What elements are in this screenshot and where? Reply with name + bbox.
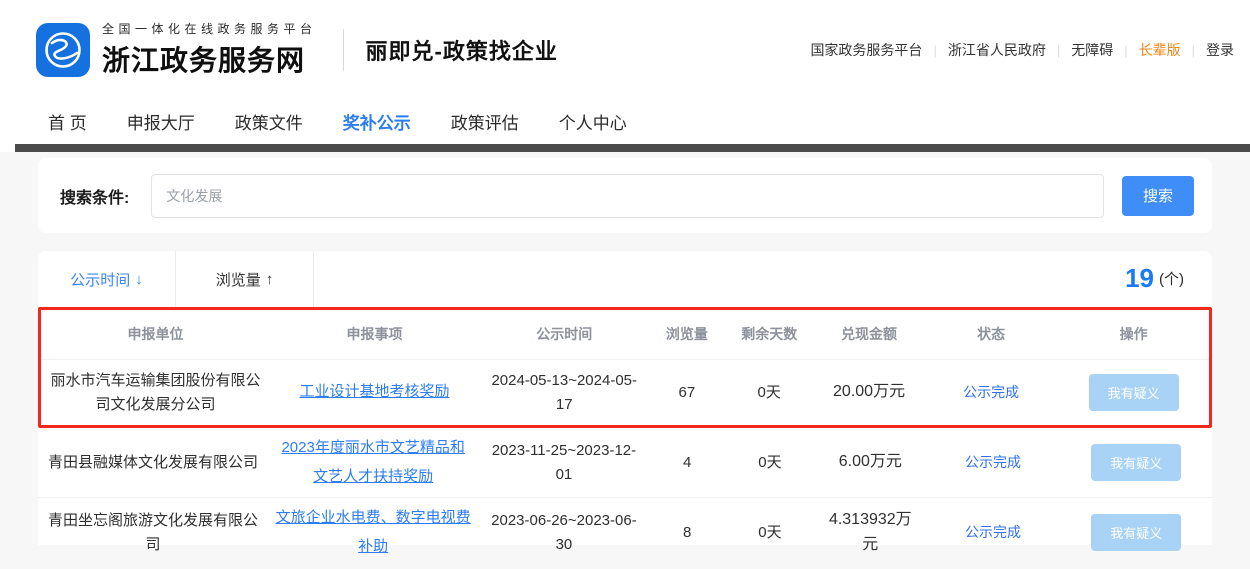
row-status: 公示完成 — [925, 516, 1060, 550]
doubt-button[interactable]: 我有疑义 — [1091, 444, 1181, 481]
row-item-link-wrap: 工业设计基地考核奖励 — [270, 372, 479, 413]
row-days: 0天 — [725, 445, 815, 480]
col-header-amount: 兑现金额 — [814, 318, 924, 352]
site-logo-icon — [36, 23, 90, 77]
nav-item-award-publicity[interactable]: 奖补公示 — [343, 103, 411, 140]
search-input[interactable] — [151, 174, 1104, 218]
site-brand: 全国一体化在线政务服务平台 浙江政务服务网 丽即兑-政策找企业 — [36, 20, 558, 79]
sort-tab-label: 浏览量 — [216, 269, 261, 290]
row-period: 2023-11-25~2023-12-01 — [478, 433, 649, 492]
result-count: 19 (个) — [1125, 263, 1184, 294]
sort-tab-publicity-time[interactable]: 公示时间 ↓ — [38, 251, 176, 307]
row-status: 公示完成 — [924, 376, 1058, 410]
row-period: 2023-06-26~2023-06-30 — [478, 503, 649, 562]
row-item-link[interactable]: 工业设计基地考核奖励 — [299, 383, 449, 400]
utility-links: 国家政务服务平台 | 浙江省人民政府 | 无障碍 | 长辈版 | 登录 — [810, 40, 1234, 60]
row-unit: 丽水市汽车运输集团股份有限公司文化发展分公司 — [41, 363, 270, 422]
highlighted-region: 申报单位 申报事项 公示时间 浏览量 剩余天数 兑现金额 状态 操作 丽水市汽车… — [38, 307, 1212, 428]
table-row: 青田坐忘阁旅游文化发展有限公司 文旅企业水电费、数字电视费补助 2023-06-… — [38, 497, 1212, 567]
row-views: 4 — [650, 445, 725, 480]
main-nav: 首 页 申报大厅 政策文件 奖补公示 政策评估 个人中心 — [48, 103, 627, 140]
brand-divider — [343, 29, 344, 71]
nav-item-personal-center[interactable]: 个人中心 — [559, 103, 627, 140]
link-login[interactable]: 登录 — [1206, 40, 1234, 60]
link-national-platform[interactable]: 国家政务服务平台 — [810, 40, 922, 60]
col-header-period: 公示时间 — [479, 318, 650, 352]
row-unit: 青田坐忘阁旅游文化发展有限公司 — [38, 503, 268, 562]
col-header-days: 剩余天数 — [724, 318, 814, 352]
col-header-status: 状态 — [924, 318, 1058, 352]
sort-tabs: 公示时间 ↓ 浏览量 ↑ 19 (个) — [38, 251, 1212, 307]
site-name: 浙江政务服务网 — [102, 39, 317, 79]
row-unit: 青田县融媒体文化发展有限公司 — [38, 445, 268, 480]
result-count-number: 19 — [1125, 263, 1154, 294]
row-status: 公示完成 — [925, 446, 1060, 480]
row-amount: 20.00万元 — [814, 374, 924, 411]
link-separator: | — [1057, 43, 1060, 58]
row-action-wrap: 我有疑义 — [1058, 368, 1209, 417]
col-header-item: 申报事项 — [270, 318, 479, 352]
page-title: 丽即兑-政策找企业 — [366, 34, 558, 66]
sort-tab-views[interactable]: 浏览量 ↑ — [176, 251, 314, 307]
doubt-button[interactable]: 我有疑义 — [1089, 374, 1179, 411]
brand-text: 全国一体化在线政务服务平台 浙江政务服务网 — [102, 20, 317, 79]
table-row: 青田县融媒体文化发展有限公司 2023年度丽水市文艺精品和文艺人才扶持奖励 20… — [38, 428, 1212, 497]
search-button[interactable]: 搜索 — [1122, 176, 1194, 216]
link-provincial-gov[interactable]: 浙江省人民政府 — [948, 40, 1046, 60]
sort-desc-icon: ↓ — [135, 271, 143, 288]
link-separator: | — [1124, 43, 1127, 58]
nav-item-declare-hall[interactable]: 申报大厅 — [127, 103, 195, 140]
row-item-link[interactable]: 文旅企业水电费、数字电视费补助 — [276, 509, 471, 555]
col-header-views: 浏览量 — [650, 318, 725, 352]
row-action-wrap: 我有疑义 — [1060, 508, 1212, 557]
row-item-link-wrap: 2023年度丽水市文艺精品和文艺人才扶持奖励 — [268, 428, 478, 497]
table-header-row: 申报单位 申报事项 公示时间 浏览量 剩余天数 兑现金额 状态 操作 — [41, 310, 1209, 359]
table-row: 丽水市汽车运输集团股份有限公司文化发展分公司 工业设计基地考核奖励 2024-0… — [41, 359, 1209, 425]
nav-item-policy-docs[interactable]: 政策文件 — [235, 103, 303, 140]
platform-tagline: 全国一体化在线政务服务平台 — [102, 20, 317, 37]
col-header-unit: 申报单位 — [41, 318, 270, 352]
row-amount: 6.00万元 — [815, 444, 925, 481]
site-header: 全国一体化在线政务服务平台 浙江政务服务网 丽即兑-政策找企业 国家政务服务平台… — [0, 0, 1250, 152]
row-item-link[interactable]: 2023年度丽水市文艺精品和文艺人才扶持奖励 — [281, 439, 464, 485]
row-views: 8 — [650, 515, 725, 550]
link-separator: | — [933, 43, 936, 58]
nav-item-home[interactable]: 首 页 — [48, 103, 87, 140]
link-accessibility[interactable]: 无障碍 — [1071, 40, 1113, 60]
link-elder-version[interactable]: 长辈版 — [1139, 40, 1181, 60]
nav-item-policy-evaluation[interactable]: 政策评估 — [451, 103, 519, 140]
row-days: 0天 — [724, 375, 814, 410]
search-label: 搜索条件: — [60, 184, 129, 208]
doubt-button[interactable]: 我有疑义 — [1091, 514, 1181, 551]
sort-tab-label: 公示时间 — [70, 269, 130, 290]
nav-underline-bar — [15, 144, 1250, 152]
results-panel: 公示时间 ↓ 浏览量 ↑ 19 (个) 申报单位 申报事项 公示时间 浏览量 剩… — [38, 251, 1212, 545]
link-separator: | — [1192, 43, 1195, 58]
row-period: 2024-05-13~2024-05-17 — [479, 363, 650, 422]
sort-asc-icon: ↑ — [266, 271, 274, 288]
row-action-wrap: 我有疑义 — [1060, 438, 1212, 487]
result-count-unit: (个) — [1159, 268, 1184, 289]
col-header-action: 操作 — [1058, 318, 1209, 352]
search-panel: 搜索条件: 搜索 — [38, 158, 1212, 233]
row-days: 0天 — [725, 515, 815, 550]
row-amount: 4.313932万元 — [815, 502, 925, 564]
row-item-link-wrap: 文旅企业水电费、数字电视费补助 — [268, 498, 478, 567]
row-views: 67 — [650, 375, 725, 410]
